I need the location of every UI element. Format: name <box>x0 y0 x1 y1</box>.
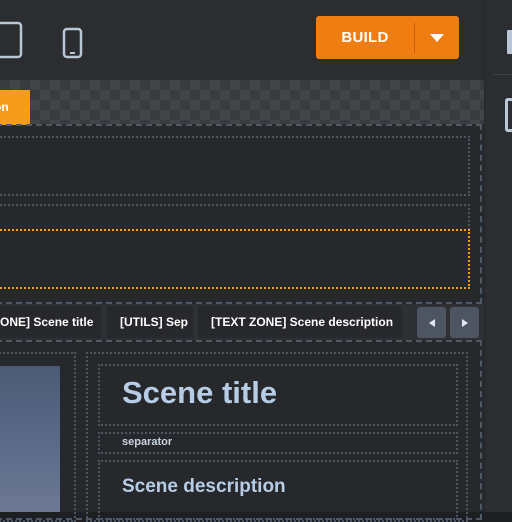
breadcrumb-label: Scene description <box>289 315 394 329</box>
chevron-left-icon <box>428 318 435 327</box>
panel-divider <box>493 74 512 75</box>
breadcrumb-type: [TEXT ZONE] <box>211 315 287 329</box>
top-toolbar: BUILD <box>0 0 484 80</box>
right-panel <box>484 0 512 512</box>
breadcrumb-item[interactable]: [TEXT ZONE] Scene description <box>198 306 402 338</box>
content-zone[interactable] <box>0 204 470 230</box>
breadcrumb-item[interactable]: [...ONE] Scene title <box>0 306 101 338</box>
build-button-label: BUILD <box>341 29 389 46</box>
breadcrumb-item[interactable]: [UTILS] Sep <box>107 306 193 338</box>
header-zone[interactable] <box>0 136 470 196</box>
chevron-right-icon <box>461 318 468 327</box>
scene-description[interactable]: Scene description <box>122 476 286 498</box>
breadcrumb-type: [...ONE] <box>0 315 30 329</box>
tablet-icon[interactable] <box>0 21 24 59</box>
panel-icon-top[interactable] <box>507 30 512 54</box>
phone-icon[interactable] <box>62 27 84 61</box>
breadcrumb-type: [UTILS] <box>120 315 163 329</box>
breadcrumb-label: Sep <box>166 315 189 329</box>
panel-icon-bottom[interactable] <box>505 98 512 132</box>
build-dropdown-toggle[interactable] <box>415 33 459 42</box>
build-button[interactable]: BUILD <box>316 16 459 59</box>
scene-title[interactable]: Scene title <box>122 375 277 411</box>
selected-zone[interactable] <box>0 229 470 289</box>
breadcrumb-label: Scene title <box>33 315 94 329</box>
scene-image <box>0 366 60 512</box>
breadcrumb-prev-button[interactable] <box>417 307 446 338</box>
selected-element-tag[interactable]: on <box>0 90 30 125</box>
chevron-down-icon <box>430 33 444 42</box>
separator-label[interactable]: separator <box>122 436 172 448</box>
checkerboard-background <box>0 80 484 124</box>
breadcrumb-next-button[interactable] <box>450 307 479 338</box>
